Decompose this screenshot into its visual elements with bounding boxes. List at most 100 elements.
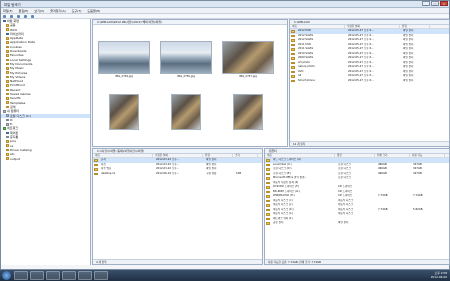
file-icon: [94, 159, 98, 162]
column-header-cell[interactable]: 이름: [290, 25, 345, 28]
thumbnail-caption: IMG_2747.jpg: [239, 75, 257, 78]
system-clock[interactable]: 오후 2:58 2012-06-06: [431, 271, 447, 279]
file-icon: [94, 168, 98, 171]
close-button[interactable]: ×: [440, 1, 448, 6]
cell: [376, 221, 411, 226]
cell: 2012-06-19 오후...: [156, 171, 180, 175]
up-icon[interactable]: [16, 15, 20, 18]
folder-icon: [6, 157, 9, 160]
file-icon: [266, 204, 270, 207]
file-icon: [266, 159, 270, 162]
file-icon: [266, 177, 270, 180]
folder-icon: [6, 67, 9, 70]
status-bar: 사용 가능한 공간: 7.74GB, 전체 크기: 7.74GB: [265, 259, 449, 264]
menu-tools[interactable]: 도구(T): [72, 9, 82, 13]
column-header-cell[interactable]: 이름: [93, 154, 153, 157]
thumbnail[interactable]: IMG_2750.jpg: [160, 41, 212, 78]
cell: [411, 221, 446, 226]
file-icon: [291, 61, 295, 64]
thumbnail[interactable]: [98, 94, 150, 131]
tree-item[interactable]: output: [1, 157, 90, 161]
start-button[interactable]: [2, 271, 11, 280]
thumbnail[interactable]: [222, 94, 274, 131]
thumbnail[interactable]: IMG_2747.jpg: [222, 41, 274, 78]
list-item[interactable]: desktop.ini 2012-06-19 오후... 구성 설정 1KB: [93, 172, 262, 177]
forward-icon[interactable]: [9, 15, 13, 18]
drive-list: 하드 디스크 드라이브 (4) Local Disk (C:) 로컬 디스크 466G…: [265, 158, 449, 226]
thumbnail-caption: IMG_2750.jpg: [177, 75, 195, 78]
thumbnail-pane[interactable]: C:\WPLAUX\2012 06\사진\(2012) 해외 여행\(여행) I…: [92, 19, 288, 147]
file-icon: [291, 34, 295, 37]
taskbar: 오후 2:58 2012-06-06: [0, 270, 450, 281]
taskbar-app-button[interactable]: [46, 271, 60, 280]
column-header-cell[interactable]: 사용 가능: [410, 154, 445, 157]
folder-icon: [3, 127, 6, 130]
status-bar: 4 개 항목: [93, 259, 262, 264]
file-list-pane-left[interactable]: C:\(사진)\(여행) 동네\(여행사진)\(여행) 이름 수정한 날짜 유형 크기…: [92, 148, 263, 265]
taskbar-app-button[interactable]: [94, 271, 108, 280]
column-header-cell[interactable]: 전체 크기: [375, 154, 410, 157]
file-icon: [266, 199, 270, 202]
file-icon: [291, 52, 295, 55]
window-controls: _ □ ×: [421, 1, 448, 7]
folder-icon: [6, 105, 9, 109]
folder-icon: [6, 84, 9, 87]
menu-help[interactable]: 도움말(H): [87, 9, 100, 13]
menu-edit[interactable]: 편집(E): [19, 9, 29, 13]
refresh-icon[interactable]: [23, 15, 27, 18]
maximize-button[interactable]: □: [431, 1, 439, 6]
file-icon: [291, 48, 295, 51]
thumbnail[interactable]: IMG_2749.jpg: [98, 41, 150, 78]
folder-icon: [6, 97, 9, 100]
folder-list-pane[interactable]: C:\WPLAUX 이름 수정한 날짜 유형 2012 DVD 2012-05-27 …: [289, 19, 450, 147]
photo-thumbnail-image: [109, 94, 139, 130]
file-list: 2012 DVD 2012-05-27 오후 6... 파일 폴더 2012 SAVI…: [290, 29, 449, 83]
folder-icon: [6, 54, 9, 57]
clock-date: 2012-06-06: [430, 275, 447, 280]
file-icon: [266, 163, 270, 166]
cell: 파일 폴더: [403, 78, 414, 82]
folder-icon: [6, 153, 9, 156]
menu-file[interactable]: 파일(F): [3, 9, 13, 13]
file-icon: [266, 186, 270, 189]
column-header-cell[interactable]: 종류: [335, 154, 375, 157]
photo-thumbnail-image: [222, 41, 274, 74]
folder-icon: [3, 110, 6, 113]
thumbnail[interactable]: [160, 94, 212, 131]
file-icon: [266, 195, 270, 198]
folder-icon: [6, 118, 9, 122]
folder-icon: [6, 88, 9, 92]
taskbar-app-button[interactable]: [30, 271, 44, 280]
column-header-cell[interactable]: 유형: [400, 25, 430, 28]
cell: desktop.ini: [101, 171, 116, 175]
cell: 공유 폴더: [273, 221, 284, 224]
menu-view[interactable]: 보기(V): [34, 9, 44, 13]
column-header-cell[interactable]: 크기: [233, 154, 258, 157]
tree-item-label: output: [10, 156, 20, 161]
minimize-button[interactable]: _: [422, 1, 430, 6]
thumbnail-caption: IMG_2749.jpg: [115, 75, 133, 78]
folder-icon: [6, 80, 9, 83]
taskbar-app-button[interactable]: [14, 271, 28, 280]
back-icon[interactable]: [3, 15, 6, 18]
menu-favorites[interactable]: 즐겨찾기(A): [50, 9, 65, 13]
list-item[interactable]: 공유 폴더 파일 폴더: [265, 221, 449, 226]
file-icon: [291, 75, 295, 78]
folder-tree[interactable]: 바탕 화면 공용 WCU 라이브러리 AppData Application Data Co…: [1, 19, 91, 265]
title-bar[interactable]: 파일 탐색기 _ □ ×: [1, 1, 449, 8]
taskbar-app-button[interactable]: [62, 271, 76, 280]
cell: 2012-05-27 오후 6...: [348, 78, 374, 82]
photo-thumbnail-image: [160, 41, 212, 74]
view-icon[interactable]: [30, 15, 34, 18]
column-header-cell[interactable]: 유형: [203, 154, 233, 157]
file-icon: [291, 57, 295, 60]
file-icon: [291, 66, 295, 69]
address-bar[interactable]: C:\WPLAUX\2012 06\사진\(2012) 해외 여행\(여행): [93, 20, 287, 25]
taskbar-app-button[interactable]: [78, 271, 92, 280]
column-header-cell[interactable]: 이름: [265, 154, 335, 157]
list-item[interactable]: Smart phone 2012-05-27 오후 6... 파일 폴더: [290, 79, 449, 84]
computer-pane[interactable]: 컴퓨터 이름 종류 전체 크기 사용 가능 하드 디스크 드라이브 (4) Local …: [264, 148, 450, 265]
column-header-cell[interactable]: 수정한 날짜: [153, 154, 203, 157]
column-header-cell[interactable]: 수정한 날짜: [345, 25, 400, 28]
folder-icon: [6, 49, 9, 53]
